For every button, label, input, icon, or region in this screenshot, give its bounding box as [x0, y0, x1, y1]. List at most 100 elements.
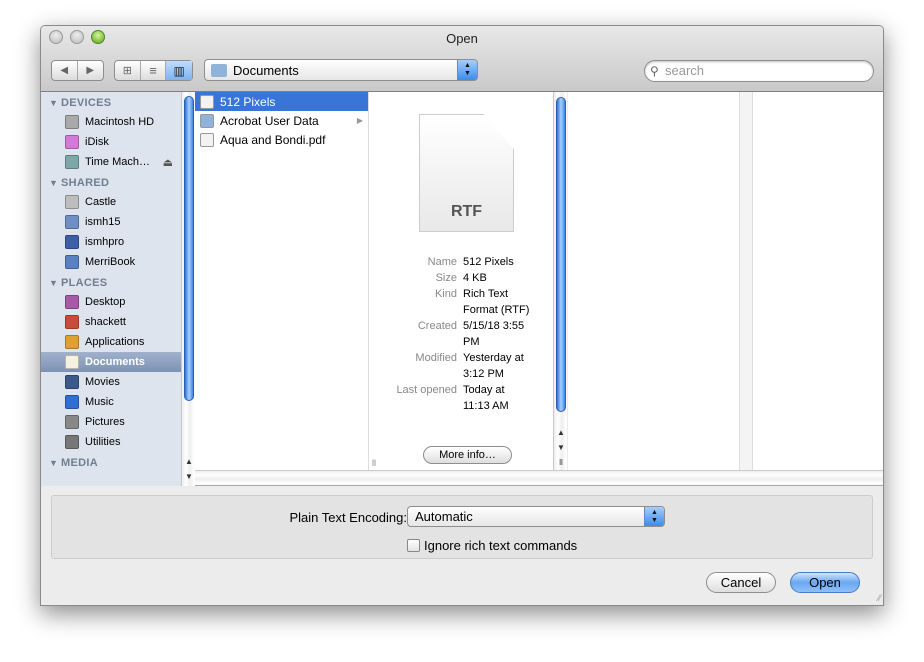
sidebar-section-header[interactable]: ▼ PLACES — [41, 272, 181, 292]
options-panel: Plain Text Encoding: Automatic ▲ ▼ Ignore… — [51, 495, 873, 559]
sidebar-item-shackett[interactable]: shackett — [41, 312, 181, 332]
scroll-up-icon[interactable]: ▲ — [554, 425, 568, 440]
sidebar-item-icon — [65, 315, 79, 329]
sidebar-item-icon — [65, 255, 79, 269]
resize-grip-icon[interactable]: ⁄⁄ — [878, 593, 881, 603]
scroll-thumb[interactable] — [184, 96, 194, 401]
info-key: Last opened — [396, 384, 457, 396]
icon-view-icon[interactable]: ⊞ — [115, 61, 141, 80]
column-resize-handle[interactable]: ll — [554, 455, 568, 470]
info-value-line: Yesterday at — [463, 352, 524, 364]
list-view-icon[interactable]: ≡ — [141, 61, 167, 80]
sidebar-item-icon — [65, 335, 79, 349]
disclosure-triangle-icon[interactable]: ▼ — [49, 458, 61, 468]
disclosure-triangle-icon[interactable]: ▼ — [49, 278, 61, 288]
sidebar-item-label: Time Mach… — [85, 156, 150, 168]
empty-column — [753, 92, 883, 470]
sidebar-item-merribook[interactable]: MerriBook — [41, 252, 181, 272]
sidebar-item-label: Documents — [85, 356, 145, 368]
info-row: Size 4 KB — [381, 270, 553, 286]
horizontal-scrollbar[interactable] — [195, 470, 883, 486]
sidebar-item-music[interactable]: Music — [41, 392, 181, 412]
sidebar-scrollbar[interactable]: ▲ ▼ — [181, 92, 195, 486]
back-icon[interactable]: ◀ — [52, 61, 78, 80]
sidebar-item-label: Movies — [85, 376, 120, 388]
scroll-thumb[interactable] — [556, 97, 566, 412]
preview-scrollbar[interactable]: ▲ ▼ ll — [553, 92, 567, 470]
search-placeholder: search — [665, 63, 705, 78]
sidebar-item-utilities[interactable]: Utilities — [41, 432, 181, 452]
cancel-button[interactable]: Cancel — [706, 572, 776, 593]
section-label: DEVICES — [61, 97, 112, 109]
sidebar-section-header[interactable]: ▼ SHARED — [41, 172, 181, 192]
sidebar-item-icon — [65, 415, 79, 429]
sidebar-item-label: Macintosh HD — [85, 116, 155, 128]
title-bar: Open ◀ ▶ ⊞ ≡ ▥ Documents ▲ ▼ ⚲ search — [41, 26, 883, 92]
empty-column — [568, 92, 739, 470]
sidebar-section-header[interactable]: ▼ DEVICES — [41, 92, 181, 112]
file-list-item[interactable]: Aqua and Bondi.pdf — [195, 130, 368, 149]
sidebar-item-label: Applications — [85, 336, 145, 348]
info-value-line: 512 Pixels — [463, 256, 514, 268]
scroll-down-icon[interactable]: ▼ — [554, 440, 568, 455]
info-key: Modified — [415, 352, 457, 364]
info-value-line: 11:13 AM — [463, 400, 509, 412]
scroll-up-icon[interactable]: ▲ — [182, 454, 196, 469]
more-info-button[interactable]: More info… — [423, 446, 512, 464]
sidebar-item-ismhpro[interactable]: ismhpro — [41, 232, 181, 252]
back-forward-control: ◀ ▶ — [51, 60, 104, 81]
forward-icon[interactable]: ▶ — [78, 61, 103, 80]
sidebar-item-icon — [65, 295, 79, 309]
ignore-rich-text-checkbox[interactable] — [407, 539, 420, 552]
folder-icon — [211, 63, 227, 77]
sidebar-item-idisk[interactable]: iDisk — [41, 132, 181, 152]
sidebar-item-label: Utilities — [85, 436, 121, 448]
section-label: MEDIA — [61, 457, 98, 469]
open-button[interactable]: Open — [790, 572, 860, 593]
info-value-line: Format (RTF) — [463, 304, 530, 316]
disclosure-triangle-icon[interactable]: ▼ — [49, 98, 61, 108]
sidebar-item-movies[interactable]: Movies — [41, 372, 181, 392]
scroll-down-icon[interactable]: ▼ — [182, 469, 196, 484]
encoding-value: Automatic — [415, 509, 473, 524]
sidebar-item-label: ismhpro — [85, 236, 125, 248]
info-value-line: Rich Text — [463, 288, 509, 300]
sidebar-item-icon — [65, 395, 79, 409]
encoding-popup[interactable]: Automatic ▲ ▼ — [407, 506, 665, 527]
folder-icon — [200, 113, 214, 128]
sidebar-item-icon — [65, 195, 79, 209]
sidebar-item-pictures[interactable]: Pictures — [41, 412, 181, 432]
column-divider — [739, 92, 753, 470]
info-value-line: 4 KB — [463, 272, 487, 284]
sidebar-item-ismh15[interactable]: ismh15 — [41, 212, 181, 232]
open-dialog: Open ◀ ▶ ⊞ ≡ ▥ Documents ▲ ▼ ⚲ search ▼ DEVI… — [40, 25, 884, 606]
sidebar-item-label: Pictures — [85, 416, 125, 428]
section-label: PLACES — [61, 277, 108, 289]
column-view-icon[interactable]: ▥ — [166, 61, 192, 80]
sidebar-item-documents[interactable]: Documents — [41, 352, 181, 372]
sidebar-item-label: Desktop — [85, 296, 126, 308]
sidebar-item-desktop[interactable]: Desktop — [41, 292, 181, 312]
file-list-item[interactable]: Acrobat User Data ▶ — [195, 111, 368, 130]
info-row: Kind Rich Text Format (RTF) — [381, 286, 553, 318]
sidebar-item-castle[interactable]: Castle — [41, 192, 181, 212]
sidebar-item-label: iDisk — [85, 136, 109, 148]
eject-icon[interactable]: ⏏ — [163, 156, 173, 169]
info-value-line: Today at — [463, 384, 505, 396]
info-row: Name 512 Pixels — [381, 254, 553, 270]
info-value: 5/15/18 3:55 PM — [463, 318, 547, 350]
view-mode-control: ⊞ ≡ ▥ — [114, 60, 193, 81]
sidebar-item-applications[interactable]: Applications — [41, 332, 181, 352]
search-input[interactable]: ⚲ search — [644, 60, 874, 82]
sidebar-item-macintosh-hd[interactable]: Macintosh HD — [41, 112, 181, 132]
ignore-rich-text-checkbox-row[interactable]: Ignore rich text commands — [407, 538, 577, 553]
location-popup[interactable]: Documents ▲ ▼ — [204, 59, 478, 81]
sidebar-section-header[interactable]: ▼ MEDIA — [41, 452, 181, 472]
column-resize-handle[interactable]: ll — [368, 92, 381, 470]
disclosure-triangle-icon[interactable]: ▼ — [49, 178, 61, 188]
sidebar-item-time-mach-[interactable]: Time Mach… ⏏ — [41, 152, 181, 172]
disclosure-arrow-icon: ▶ — [356, 116, 363, 125]
file-name: 512 Pixels — [220, 94, 276, 109]
file-type-badge: RTF — [450, 203, 483, 220]
file-list-item[interactable]: 512 Pixels — [195, 92, 368, 111]
